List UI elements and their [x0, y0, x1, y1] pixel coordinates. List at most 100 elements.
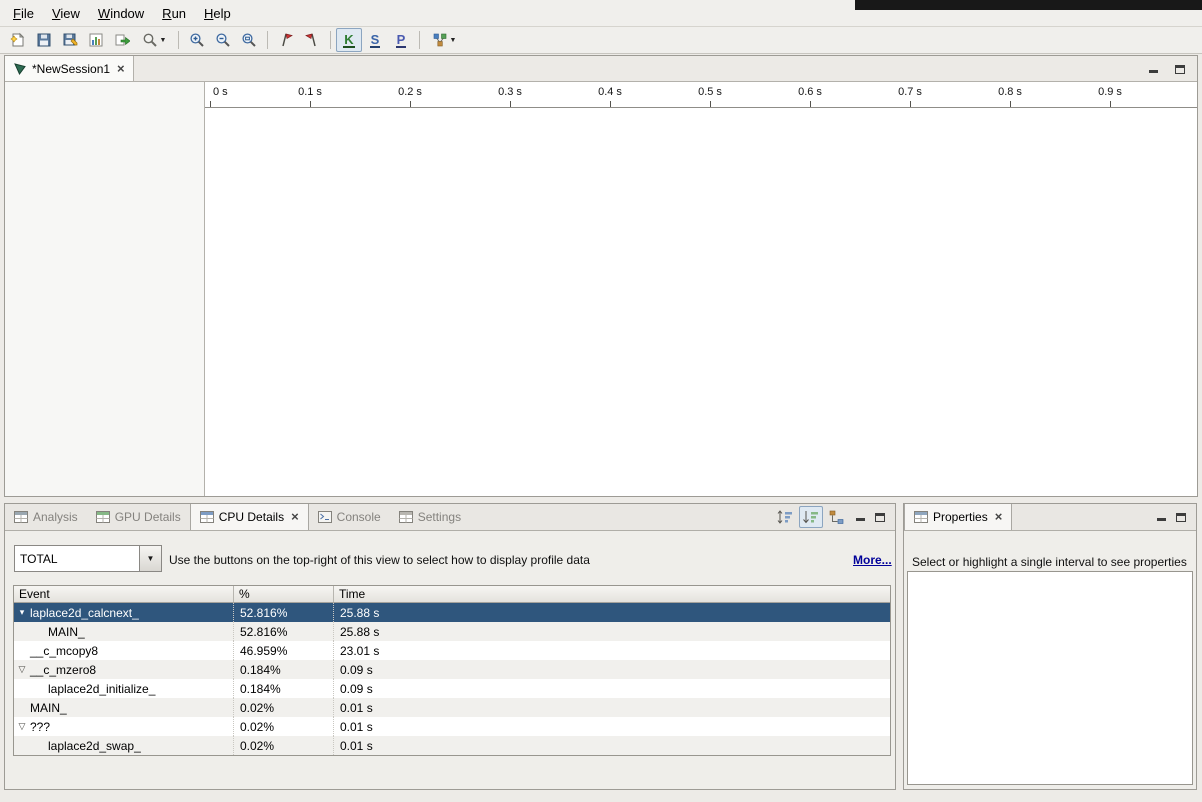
table-body: ▾laplace2d_calcnext_ 52.816% 25.88 s MAI…	[14, 603, 890, 755]
minimize-icon	[1149, 70, 1158, 73]
analysis-icon	[432, 32, 448, 48]
editor-tabbar: *NewSession1 ×	[5, 56, 1197, 82]
column-header-percent[interactable]: %	[234, 586, 334, 602]
zoom-in-icon	[189, 32, 205, 48]
ruler-tick	[1110, 101, 1111, 107]
table-row[interactable]: __c_mcopy8 46.959% 23.01 s	[14, 641, 890, 660]
ruler-tick-label: 0.5 s	[698, 86, 722, 98]
tab-cpu-details[interactable]: CPU Details ×	[190, 504, 309, 530]
report-chart-button[interactable]	[83, 28, 109, 52]
zoom-out-icon	[215, 32, 231, 48]
table-row[interactable]: laplace2d_swap_ 0.02% 0.01 s	[14, 736, 890, 755]
time-cell: 25.88 s	[334, 603, 890, 622]
profile-scope-combo[interactable]: TOTAL ▼	[14, 545, 162, 572]
tab-newsession1[interactable]: *NewSession1 ×	[5, 56, 134, 81]
ruler-tick-label: 0.2 s	[398, 86, 422, 98]
new-session-button[interactable]	[5, 28, 31, 52]
save-as-button[interactable]	[57, 28, 83, 52]
percent-cell: 0.184%	[234, 679, 334, 698]
menu-file[interactable]: File	[4, 2, 43, 25]
ruler-tick	[510, 101, 511, 107]
tree-expander-icon[interactable]: ▽	[14, 664, 30, 675]
tree-expander-icon[interactable]: ▽	[14, 721, 30, 732]
stream-letter-icon: S	[370, 33, 381, 48]
window-titlebar-fragment	[855, 0, 1202, 10]
details-panel: Analysis GPU Details CPU Details × Conso…	[4, 503, 896, 790]
chevron-down-icon: ▼	[147, 554, 155, 563]
event-cell: MAIN_	[48, 625, 85, 639]
table-row[interactable]: ▽??? 0.02% 0.01 s	[14, 717, 890, 736]
zoom-in-button[interactable]	[184, 28, 210, 52]
timeline-ruler[interactable]: 0 s 0.1 s 0.2 s 0.3 s 0.4 s 0.5 s 0.6 s …	[205, 82, 1197, 108]
previous-marker-button[interactable]	[299, 28, 325, 52]
column-header-time[interactable]: Time	[334, 586, 890, 602]
tab-analysis[interactable]: Analysis	[5, 504, 87, 530]
zoom-out-button[interactable]	[210, 28, 236, 52]
table-row[interactable]: MAIN_ 52.816% 25.88 s	[14, 622, 890, 641]
menu-help[interactable]: Help	[195, 2, 240, 25]
tab-properties[interactable]: Properties ×	[904, 504, 1012, 530]
table-row[interactable]: ▽__c_mzero8 0.184% 0.09 s	[14, 660, 890, 679]
toolbar-separator	[330, 31, 331, 49]
menu-view[interactable]: View	[43, 2, 89, 25]
close-icon[interactable]: ×	[291, 511, 299, 523]
export-button[interactable]	[109, 28, 135, 52]
tab-gpu-details[interactable]: GPU Details	[87, 504, 190, 530]
kernel-letter-icon: K	[343, 33, 354, 48]
tab-settings[interactable]: Settings	[390, 504, 470, 530]
maximize-icon	[1176, 513, 1186, 522]
ruler-tick-label: 0.9 s	[1098, 86, 1122, 98]
menu-window[interactable]: Window	[89, 2, 153, 25]
process-timeline-button[interactable]: P	[388, 28, 414, 52]
menu-run[interactable]: Run	[153, 2, 195, 25]
tab-console[interactable]: Console	[309, 504, 390, 530]
flat-view-button[interactable]	[773, 506, 797, 528]
next-marker-button[interactable]	[273, 28, 299, 52]
more-link[interactable]: More...	[853, 553, 892, 567]
table-row[interactable]: MAIN_ 0.02% 0.01 s	[14, 698, 890, 717]
minimize-button[interactable]	[851, 508, 869, 526]
event-cell: laplace2d_initialize_	[48, 682, 155, 696]
maximize-button[interactable]	[871, 508, 889, 526]
maximize-button[interactable]	[1171, 60, 1189, 78]
event-cell: MAIN_	[30, 701, 67, 715]
search-button[interactable]: ▼	[135, 28, 173, 52]
time-cell: 0.01 s	[334, 698, 890, 717]
dropdown-arrow-icon: ▼	[160, 37, 167, 44]
event-cell: ???	[30, 720, 50, 734]
save-as-icon	[62, 32, 78, 48]
percent-cell: 46.959%	[234, 641, 334, 660]
stream-timeline-button[interactable]: S	[362, 28, 388, 52]
percent-cell: 0.02%	[234, 717, 334, 736]
top-down-view-button[interactable]	[799, 506, 823, 528]
timeline-editor: *NewSession1 × 0 s 0.1 s 0.2 s 0.3 s 0.4…	[4, 55, 1198, 497]
main-toolbar: ▼ K S P ▼	[0, 27, 1202, 54]
table-row[interactable]: laplace2d_initialize_ 0.184% 0.09 s	[14, 679, 890, 698]
close-icon[interactable]: ×	[117, 63, 125, 75]
analysis-button[interactable]: ▼	[425, 28, 463, 52]
tree-expander-icon[interactable]: ▾	[14, 607, 30, 618]
percent-cell: 0.184%	[234, 660, 334, 679]
properties-tabbar: Properties ×	[904, 504, 1196, 531]
tab-label: Analysis	[33, 510, 78, 524]
save-button[interactable]	[31, 28, 57, 52]
column-header-event[interactable]: Event	[14, 586, 234, 602]
timeline-row-labels-panel	[5, 82, 205, 496]
minimize-button[interactable]	[1144, 60, 1162, 78]
flat-view-icon	[776, 509, 794, 525]
cpu-details-table: Event % Time ▾laplace2d_calcnext_ 52.816…	[13, 585, 891, 756]
combo-dropdown-button[interactable]: ▼	[139, 546, 161, 571]
ruler-tick	[610, 101, 611, 107]
kernel-timeline-button[interactable]: K	[336, 28, 362, 52]
percent-cell: 52.816%	[234, 603, 334, 622]
maximize-button[interactable]	[1172, 508, 1190, 526]
tab-label: Properties	[933, 510, 988, 524]
timeline-canvas[interactable]	[206, 108, 1197, 496]
minimize-button[interactable]	[1152, 508, 1170, 526]
tab-label: GPU Details	[115, 510, 181, 524]
time-cell: 23.01 s	[334, 641, 890, 660]
zoom-fit-button[interactable]	[236, 28, 262, 52]
table-row[interactable]: ▾laplace2d_calcnext_ 52.816% 25.88 s	[14, 603, 890, 622]
bottom-up-view-button[interactable]	[825, 506, 849, 528]
close-icon[interactable]: ×	[995, 511, 1003, 523]
